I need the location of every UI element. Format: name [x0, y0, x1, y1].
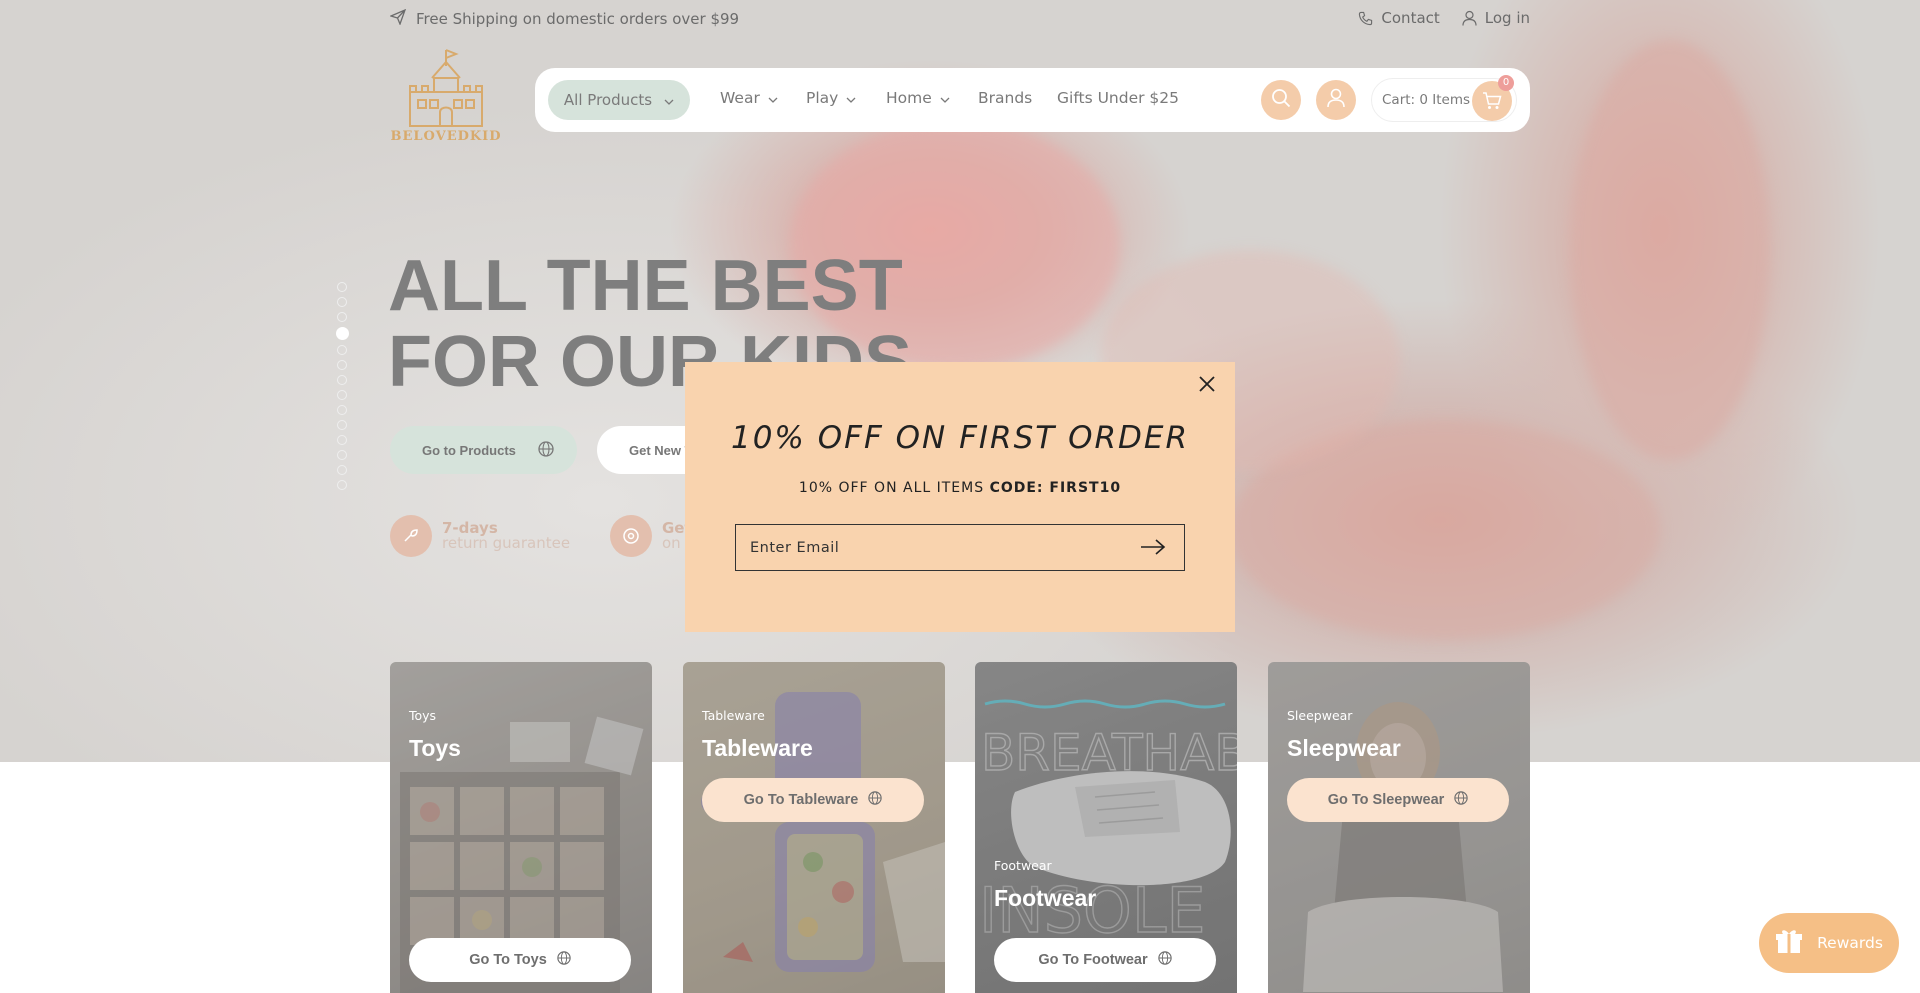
all-products-dropdown[interactable]: All Products [548, 80, 690, 120]
nav-item-home[interactable]: Home [886, 89, 950, 107]
slider-dot[interactable] [337, 435, 347, 445]
button-label: Get New T [629, 442, 693, 458]
nav-item-label: Play [806, 89, 839, 107]
slider-dot[interactable] [337, 360, 347, 370]
discount-popup: 10% OFF ON FIRST ORDER 10% OFF ON ALL IT… [685, 362, 1235, 632]
feature-subtitle: return guarantee [442, 534, 571, 552]
button-label: Go To Sleepwear [1327, 792, 1445, 808]
search-icon [1271, 88, 1291, 112]
go-to-tableware-button[interactable]: Go To Tableware [702, 778, 924, 822]
rewards-button[interactable]: Rewards [1759, 913, 1899, 973]
slider-dot[interactable] [337, 465, 347, 475]
card-category-label: Toys [409, 708, 437, 723]
login-label: Log in [1484, 9, 1530, 27]
rewards-label: Rewards [1817, 934, 1883, 952]
button-label: Go To Footwear [1038, 952, 1148, 968]
popup-subtitle: 10% OFF ON ALL ITEMS CODE: FIRST10 [685, 480, 1235, 496]
search-button[interactable] [1261, 80, 1301, 120]
card-category-label: Tableware [702, 708, 765, 723]
button-label: Go to Products [422, 442, 516, 458]
chevron-down-icon [768, 89, 778, 107]
feature-return-guarantee: 7-days return guarantee [390, 515, 570, 557]
globe-icon [1157, 951, 1172, 969]
card-category-label: Footwear [994, 858, 1052, 873]
go-to-products-button[interactable]: Go to Products [390, 426, 577, 474]
return-icon [390, 515, 432, 557]
hero-slider-dots [336, 282, 349, 495]
all-products-label: All Products [563, 91, 653, 109]
account-button[interactable] [1316, 80, 1356, 120]
globe-icon [1454, 791, 1468, 809]
slider-dot[interactable] [337, 405, 347, 415]
globe-icon [538, 440, 554, 460]
slider-dot[interactable] [337, 390, 347, 400]
contact-link[interactable]: Contact [1358, 9, 1440, 27]
chevron-down-icon [846, 89, 856, 107]
nav-item-play[interactable]: Play [806, 89, 856, 107]
category-card-tableware[interactable]: Tableware Tableware Go To Tableware [683, 662, 945, 993]
go-to-toys-button[interactable]: Go To Toys [409, 938, 631, 982]
arrow-right-icon [1140, 539, 1166, 561]
chevron-down-icon [664, 91, 674, 109]
slider-dot[interactable] [336, 327, 349, 340]
category-card-footwear[interactable]: BREATHABLE INSOLE Footwear Footwear Go T… [975, 662, 1237, 993]
nav-item-gifts[interactable]: Gifts Under $25 [1057, 89, 1179, 107]
nav-item-brands[interactable]: Brands [978, 89, 1032, 107]
go-to-sleepwear-button[interactable]: Go To Sleepwear [1287, 778, 1509, 822]
phone-icon [1358, 11, 1373, 26]
close-button[interactable] [1195, 374, 1219, 398]
chevron-down-icon [940, 89, 950, 107]
card-title: Tableware [702, 735, 813, 761]
globe-icon [868, 791, 883, 809]
discount-code: CODE: FIRST10 [989, 480, 1122, 496]
submit-arrow-button[interactable] [1140, 537, 1166, 561]
cart-label: Cart: 0 Items [1382, 92, 1471, 108]
nav-item-label: Home [886, 89, 932, 107]
popup-title: 10% OFF ON FIRST ORDER [730, 420, 1190, 456]
login-link[interactable]: Log in [1462, 9, 1530, 27]
nav-item-label: Wear [720, 89, 760, 107]
category-card-sleepwear[interactable]: Sleepwear Sleepwear Go To Sleepwear [1268, 662, 1530, 993]
target-icon [610, 515, 652, 557]
slider-dot[interactable] [337, 375, 347, 385]
go-to-footwear-button[interactable]: Go To Footwear [994, 938, 1216, 982]
slider-dot[interactable] [337, 420, 347, 430]
cart-button[interactable]: Cart: 0 Items 0 [1371, 75, 1517, 122]
cart-count-badge: 0 [1498, 75, 1514, 91]
close-icon [1199, 376, 1215, 396]
site-logo[interactable]: BELOVEDKID [390, 48, 502, 144]
user-icon [1327, 88, 1345, 112]
email-input[interactable] [750, 537, 1110, 559]
globe-icon [557, 951, 571, 969]
paper-plane-icon [389, 8, 407, 29]
slider-dot[interactable] [337, 297, 347, 307]
card-title: Sleepwear [1287, 735, 1401, 761]
slider-dot[interactable] [337, 282, 347, 292]
main-navigation: All Products Wear Play Home Brands Gifts… [535, 68, 1530, 132]
slider-dot[interactable] [337, 345, 347, 355]
category-card-toys[interactable]: Toys Toys Go To Toys [390, 662, 652, 993]
card-title: Toys [409, 735, 461, 761]
logo-text: BELOVEDKID [390, 129, 502, 144]
card-title: Footwear [994, 885, 1097, 911]
user-icon [1462, 10, 1477, 26]
subtitle-text: 10% OFF ON ALL ITEMS [798, 480, 990, 496]
gift-icon [1775, 927, 1803, 959]
castle-logo-icon [409, 49, 483, 127]
button-label: Go To Toys [469, 952, 547, 968]
slider-dot[interactable] [337, 450, 347, 460]
button-label: Go To Tableware [743, 792, 859, 808]
nav-item-wear[interactable]: Wear [720, 89, 778, 107]
contact-label: Contact [1381, 9, 1440, 27]
slider-dot[interactable] [337, 480, 347, 490]
slider-dot[interactable] [337, 312, 347, 322]
card-category-label: Sleepwear [1287, 708, 1353, 723]
email-form [735, 524, 1185, 571]
feature-get-on: Get on [610, 515, 692, 557]
shipping-text: Free Shipping on domestic orders over $9… [416, 10, 740, 28]
nav-item-label: Gifts Under $25 [1057, 89, 1180, 107]
nav-item-label: Brands [978, 89, 1033, 107]
announcement-bar: Free Shipping on domestic orders over $9… [389, 8, 1530, 31]
